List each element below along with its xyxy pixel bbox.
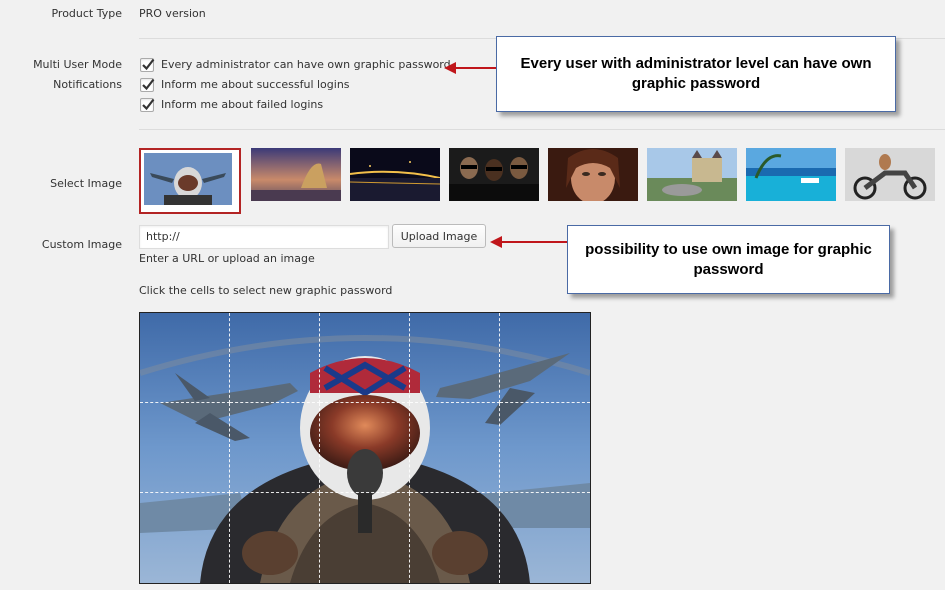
thumbnail-tropical-sea[interactable]	[746, 148, 836, 201]
grid-cell[interactable]	[410, 493, 500, 583]
grid-cell[interactable]	[410, 313, 500, 403]
grid-cell[interactable]	[230, 403, 320, 493]
grid-instruction: Click the cells to select new graphic pa…	[139, 284, 393, 297]
admin-callout: Every user with administrator level can …	[496, 36, 896, 112]
thumbnail-motorcycle-girl[interactable]	[845, 148, 935, 201]
custom-image-callout: possibility to use own image for graphic…	[567, 225, 890, 294]
separator	[139, 129, 945, 130]
failed-logins-checkbox[interactable]	[140, 98, 155, 112]
successful-logins-checkbox[interactable]	[140, 78, 155, 92]
checkmark-icon	[142, 58, 155, 71]
tropical-sea-thumb-image	[746, 148, 836, 201]
men-in-black-thumb-image	[449, 148, 539, 201]
arrow-icon	[490, 236, 569, 248]
upload-image-button[interactable]: Upload Image	[392, 224, 486, 248]
product-type-value: PRO version	[139, 7, 206, 20]
grid-cell[interactable]	[410, 403, 500, 493]
custom-image-hint: Enter a URL or upload an image	[139, 252, 315, 265]
grid-cell[interactable]	[320, 313, 410, 403]
product-type-label: Product Type	[51, 7, 122, 20]
checkmark-icon	[142, 98, 155, 111]
thumbnail-jet-pilot[interactable]	[139, 148, 241, 214]
woman-thumb-image	[548, 148, 638, 201]
custom-image-url-field[interactable]	[139, 225, 389, 249]
multi-user-option-label: Every administrator can have own graphic…	[161, 58, 451, 71]
thumbnail-woman-portrait[interactable]	[548, 148, 638, 201]
grid-cell[interactable]	[140, 313, 230, 403]
grid-cell[interactable]	[500, 493, 590, 583]
grid-cell[interactable]	[500, 403, 590, 493]
castle-car-thumb-image	[647, 148, 737, 201]
multi-user-checkbox[interactable]	[140, 58, 155, 72]
custom-image-label: Custom Image	[41, 238, 122, 251]
failed-logins-label: Inform me about failed logins	[161, 98, 324, 111]
select-image-label: Select Image	[50, 177, 122, 190]
successful-logins-label: Inform me about successful logins	[161, 78, 350, 91]
thumbnail-men-in-black[interactable]	[449, 148, 539, 201]
thumbnail-night-bridge[interactable]	[350, 148, 440, 201]
checkmark-icon	[142, 78, 155, 91]
custom-image-url-input[interactable]	[140, 226, 382, 246]
grid-cell[interactable]	[230, 313, 320, 403]
grid-cell[interactable]	[140, 403, 230, 493]
grid-cell[interactable]	[320, 493, 410, 583]
multi-user-mode-label: Multi User Mode	[33, 58, 122, 71]
grid-cell[interactable]	[140, 493, 230, 583]
arrow-icon	[444, 62, 498, 74]
grid-cell[interactable]	[500, 313, 590, 403]
graphic-password-canvas[interactable]	[139, 312, 591, 584]
notifications-label: Notifications	[53, 78, 122, 91]
thumbnail-cheetah-sunset[interactable]	[251, 148, 341, 201]
cheetah-thumb-image	[251, 148, 341, 201]
motorcycle-thumb-image	[845, 148, 935, 201]
grid-cell[interactable]	[230, 493, 320, 583]
jet-pilot-thumb-image	[144, 153, 232, 205]
bridge-thumb-image	[350, 148, 440, 201]
thumbnail-castle-car[interactable]	[647, 148, 737, 201]
grid-cell[interactable]	[320, 403, 410, 493]
